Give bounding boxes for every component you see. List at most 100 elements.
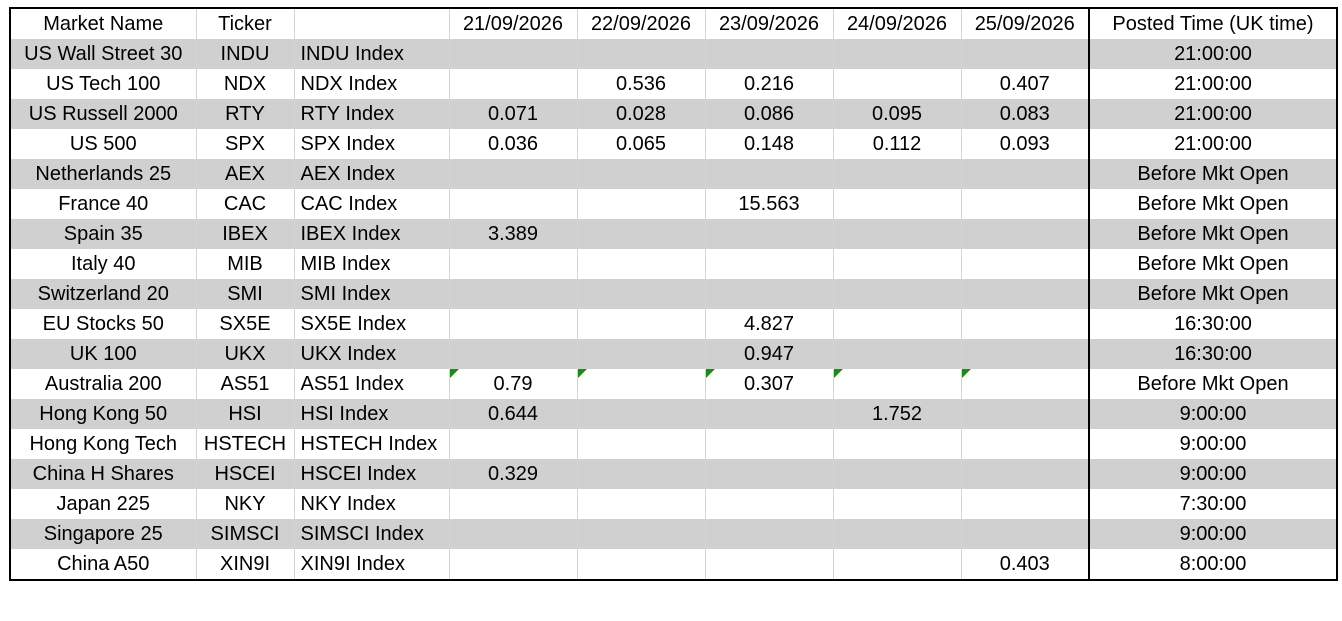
market-name-cell[interactable]: UK 100 bbox=[9, 339, 196, 369]
posted-time-cell[interactable]: 21:00:00 bbox=[1088, 39, 1337, 69]
value-cell-date-2[interactable] bbox=[576, 249, 705, 279]
value-cell-date-4[interactable] bbox=[832, 369, 961, 399]
value-cell-date-4[interactable] bbox=[832, 429, 961, 459]
value-cell-date-3[interactable] bbox=[704, 399, 833, 429]
value-cell-date-1[interactable] bbox=[448, 429, 577, 459]
ticker-cell[interactable]: SMI bbox=[195, 279, 294, 309]
ticker-cell[interactable]: MIB bbox=[195, 249, 294, 279]
value-cell-date-4[interactable] bbox=[832, 489, 961, 519]
value-cell-date-4[interactable] bbox=[832, 339, 961, 369]
index-cell[interactable]: SX5E Index bbox=[293, 309, 449, 339]
header-index[interactable] bbox=[293, 8, 449, 39]
value-cell-date-5[interactable] bbox=[960, 429, 1089, 459]
value-cell-date-2[interactable] bbox=[576, 309, 705, 339]
value-cell-date-4[interactable] bbox=[832, 279, 961, 309]
posted-time-cell[interactable]: Before Mkt Open bbox=[1088, 279, 1337, 309]
ticker-cell[interactable]: RTY bbox=[195, 99, 294, 129]
value-cell-date-2[interactable] bbox=[576, 339, 705, 369]
market-name-cell[interactable]: Hong Kong 50 bbox=[9, 399, 196, 429]
index-cell[interactable]: CAC Index bbox=[293, 189, 449, 219]
ticker-cell[interactable]: CAC bbox=[195, 189, 294, 219]
posted-time-cell[interactable]: 16:30:00 bbox=[1088, 309, 1337, 339]
value-cell-date-5[interactable]: 0.093 bbox=[960, 129, 1089, 159]
value-cell-date-3[interactable] bbox=[704, 249, 833, 279]
value-cell-date-3[interactable] bbox=[704, 489, 833, 519]
value-cell-date-5[interactable] bbox=[960, 219, 1089, 249]
index-cell[interactable]: SIMSCI Index bbox=[293, 519, 449, 549]
value-cell-date-4[interactable] bbox=[832, 189, 961, 219]
posted-time-cell[interactable]: 9:00:00 bbox=[1088, 429, 1337, 459]
market-name-cell[interactable]: US 500 bbox=[9, 129, 196, 159]
header-ticker[interactable]: Ticker bbox=[195, 8, 294, 39]
value-cell-date-2[interactable] bbox=[576, 429, 705, 459]
value-cell-date-1[interactable]: 0.644 bbox=[448, 399, 577, 429]
value-cell-date-3[interactable]: 0.307 bbox=[704, 369, 833, 399]
index-cell[interactable]: SMI Index bbox=[293, 279, 449, 309]
value-cell-date-3[interactable] bbox=[704, 429, 833, 459]
value-cell-date-2[interactable] bbox=[576, 489, 705, 519]
value-cell-date-3[interactable] bbox=[704, 459, 833, 489]
value-cell-date-3[interactable]: 0.086 bbox=[704, 99, 833, 129]
posted-time-cell[interactable]: 21:00:00 bbox=[1088, 69, 1337, 99]
value-cell-date-4[interactable]: 0.112 bbox=[832, 129, 961, 159]
value-cell-date-4[interactable] bbox=[832, 219, 961, 249]
posted-time-cell[interactable]: Before Mkt Open bbox=[1088, 369, 1337, 399]
value-cell-date-5[interactable] bbox=[960, 369, 1089, 399]
market-name-cell[interactable]: Japan 225 bbox=[9, 489, 196, 519]
posted-time-cell[interactable]: 9:00:00 bbox=[1088, 399, 1337, 429]
market-name-cell[interactable]: EU Stocks 50 bbox=[9, 309, 196, 339]
ticker-cell[interactable]: NDX bbox=[195, 69, 294, 99]
value-cell-date-5[interactable]: 0.403 bbox=[960, 549, 1089, 580]
index-cell[interactable]: NKY Index bbox=[293, 489, 449, 519]
value-cell-date-1[interactable] bbox=[448, 279, 577, 309]
value-cell-date-3[interactable]: 0.947 bbox=[704, 339, 833, 369]
value-cell-date-1[interactable]: 0.036 bbox=[448, 129, 577, 159]
value-cell-date-1[interactable]: 3.389 bbox=[448, 219, 577, 249]
index-cell[interactable]: HSI Index bbox=[293, 399, 449, 429]
ticker-cell[interactable]: UKX bbox=[195, 339, 294, 369]
value-cell-date-3[interactable] bbox=[704, 519, 833, 549]
ticker-cell[interactable]: IBEX bbox=[195, 219, 294, 249]
value-cell-date-2[interactable]: 0.065 bbox=[576, 129, 705, 159]
value-cell-date-2[interactable] bbox=[576, 369, 705, 399]
ticker-cell[interactable]: SIMSCI bbox=[195, 519, 294, 549]
value-cell-date-1[interactable]: 0.071 bbox=[448, 99, 577, 129]
market-name-cell[interactable]: Australia 200 bbox=[9, 369, 196, 399]
value-cell-date-3[interactable] bbox=[704, 39, 833, 69]
value-cell-date-1[interactable] bbox=[448, 249, 577, 279]
value-cell-date-4[interactable] bbox=[832, 309, 961, 339]
value-cell-date-2[interactable] bbox=[576, 189, 705, 219]
value-cell-date-1[interactable] bbox=[448, 519, 577, 549]
index-cell[interactable]: INDU Index bbox=[293, 39, 449, 69]
header-date-4[interactable]: 24/09/2026 bbox=[832, 8, 961, 39]
value-cell-date-1[interactable]: 0.79 bbox=[448, 369, 577, 399]
posted-time-cell[interactable]: 21:00:00 bbox=[1088, 129, 1337, 159]
header-date-2[interactable]: 22/09/2026 bbox=[576, 8, 705, 39]
value-cell-date-4[interactable] bbox=[832, 39, 961, 69]
market-name-cell[interactable]: Hong Kong Tech bbox=[9, 429, 196, 459]
index-cell[interactable]: RTY Index bbox=[293, 99, 449, 129]
value-cell-date-3[interactable]: 0.216 bbox=[704, 69, 833, 99]
value-cell-date-5[interactable] bbox=[960, 279, 1089, 309]
posted-time-cell[interactable]: 16:30:00 bbox=[1088, 339, 1337, 369]
value-cell-date-5[interactable] bbox=[960, 489, 1089, 519]
index-cell[interactable]: AEX Index bbox=[293, 159, 449, 189]
value-cell-date-3[interactable] bbox=[704, 219, 833, 249]
value-cell-date-4[interactable] bbox=[832, 159, 961, 189]
ticker-cell[interactable]: SPX bbox=[195, 129, 294, 159]
posted-time-cell[interactable]: 9:00:00 bbox=[1088, 519, 1337, 549]
value-cell-date-5[interactable] bbox=[960, 249, 1089, 279]
index-cell[interactable]: IBEX Index bbox=[293, 219, 449, 249]
value-cell-date-4[interactable]: 1.752 bbox=[832, 399, 961, 429]
value-cell-date-2[interactable] bbox=[576, 549, 705, 580]
value-cell-date-5[interactable] bbox=[960, 39, 1089, 69]
value-cell-date-5[interactable] bbox=[960, 519, 1089, 549]
index-cell[interactable]: HSTECH Index bbox=[293, 429, 449, 459]
market-name-cell[interactable]: US Wall Street 30 bbox=[9, 39, 196, 69]
ticker-cell[interactable]: INDU bbox=[195, 39, 294, 69]
market-name-cell[interactable]: Spain 35 bbox=[9, 219, 196, 249]
value-cell-date-5[interactable] bbox=[960, 159, 1089, 189]
market-name-cell[interactable]: Italy 40 bbox=[9, 249, 196, 279]
value-cell-date-3[interactable]: 0.148 bbox=[704, 129, 833, 159]
value-cell-date-5[interactable] bbox=[960, 309, 1089, 339]
